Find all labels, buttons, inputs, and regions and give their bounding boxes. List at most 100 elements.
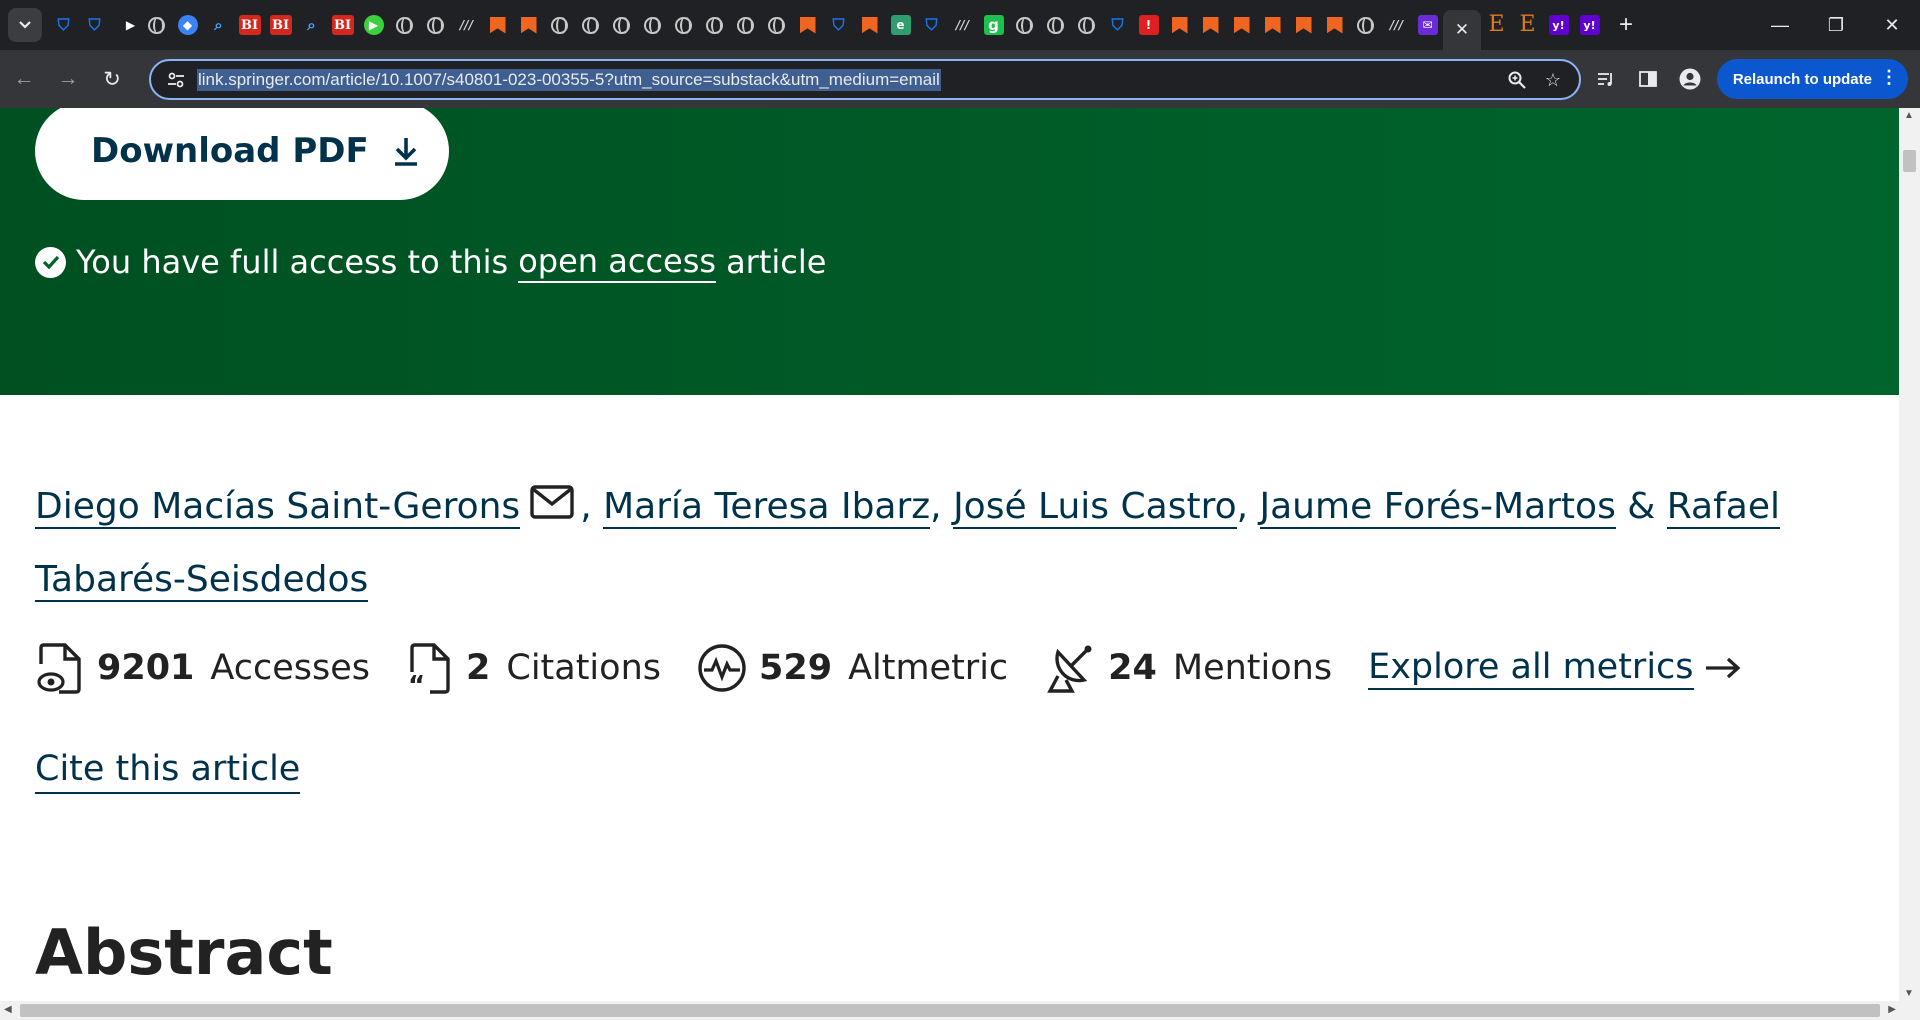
scroll-thumb[interactable] xyxy=(1903,150,1916,172)
tab-after-1[interactable]: E xyxy=(1512,5,1543,45)
tab-27[interactable]: e xyxy=(885,5,916,45)
tab-10[interactable]: ▶ xyxy=(358,5,389,45)
globe-favicon-icon xyxy=(148,16,165,34)
minimize-button[interactable]: — xyxy=(1752,0,1808,50)
tab-search-button[interactable] xyxy=(8,8,42,42)
tab-17[interactable] xyxy=(575,5,606,45)
horizontal-scrollbar[interactable]: ◀ ▶ xyxy=(0,1001,1920,1020)
env-favicon-icon: ✉ xyxy=(1417,15,1438,35)
author-link[interactable]: José Luis Castro xyxy=(953,486,1237,529)
tab-28[interactable]: ⛉ xyxy=(916,5,947,45)
mag-favicon-icon: ⌕ xyxy=(307,15,316,34)
arrow-left-icon: ← xyxy=(13,67,35,90)
tab-39[interactable] xyxy=(1257,5,1288,45)
tab-30[interactable]: g xyxy=(978,5,1009,45)
tab-21[interactable] xyxy=(699,5,730,45)
bookmark-favicon-icon xyxy=(519,15,539,35)
new-tab-button[interactable]: + xyxy=(1609,8,1643,42)
scroll-right-icon[interactable]: ▶ xyxy=(1888,1004,1896,1015)
explore-metrics-link[interactable]: Explore all metrics xyxy=(1368,646,1694,690)
metric-value: 9201 xyxy=(97,648,195,688)
tab-34[interactable]: ⛉ xyxy=(1102,5,1133,45)
tab-32[interactable] xyxy=(1040,5,1071,45)
author-link[interactable]: Jaume Forés-Martos xyxy=(1259,486,1616,529)
tab-1[interactable]: ⛉ xyxy=(79,5,110,45)
restore-button[interactable]: ❐ xyxy=(1808,0,1864,50)
omnibox-actions: ☆ xyxy=(1499,64,1571,96)
url-text[interactable]: link.springer.com/article/10.1007/s40801… xyxy=(197,68,941,91)
tab-9[interactable]: BI xyxy=(327,5,358,45)
reload-button[interactable]: ↻ xyxy=(92,59,132,99)
zoom-icon[interactable] xyxy=(1499,64,1535,96)
tab-4[interactable]: ◆ xyxy=(172,5,203,45)
tab-38[interactable] xyxy=(1226,5,1257,45)
tab-7[interactable]: BI xyxy=(265,5,296,45)
back-button[interactable]: ← xyxy=(4,59,44,99)
scroll-down-icon[interactable]: ▼ xyxy=(1904,988,1914,999)
scroll-left-icon[interactable]: ◀ xyxy=(4,1004,12,1015)
arrow-right-icon[interactable] xyxy=(1704,656,1742,680)
grad-favicon-icon: ◆ xyxy=(177,15,198,35)
scroll-up-icon[interactable]: ▲ xyxy=(1904,110,1914,121)
tab-25[interactable]: ⛉ xyxy=(823,5,854,45)
tab-16[interactable] xyxy=(544,5,575,45)
close-tab-icon[interactable]: ✕ xyxy=(1455,20,1469,40)
tab-35[interactable]: ! xyxy=(1133,5,1164,45)
open-access-link[interactable]: open access xyxy=(518,241,717,283)
address-bar[interactable]: link.springer.com/article/10.1007/s40801… xyxy=(149,59,1581,100)
active-tab[interactable]: ✕ xyxy=(1443,10,1481,50)
tab-19[interactable] xyxy=(637,5,668,45)
tab-33[interactable] xyxy=(1071,5,1102,45)
tab-12[interactable] xyxy=(420,5,451,45)
author-link[interactable]: Diego Macías Saint-Gerons xyxy=(35,486,521,529)
tab-44[interactable]: ✉ xyxy=(1412,5,1443,45)
y-favicon-icon: y! xyxy=(1579,15,1600,35)
tab-22[interactable] xyxy=(730,5,761,45)
tab-40[interactable] xyxy=(1288,5,1319,45)
tab-36[interactable] xyxy=(1164,5,1195,45)
tab-5[interactable]: ⌕ xyxy=(203,5,234,45)
tab-after-2[interactable]: y! xyxy=(1543,5,1574,45)
tab-3[interactable] xyxy=(141,5,172,45)
tab-8[interactable]: ⌕ xyxy=(296,5,327,45)
tab-14[interactable] xyxy=(482,5,513,45)
tab-26[interactable] xyxy=(854,5,885,45)
vertical-scrollbar[interactable]: ▲ ▼ xyxy=(1899,108,1920,1001)
cite-article-link[interactable]: Cite this article xyxy=(35,748,301,794)
tab-after-0[interactable]: E xyxy=(1481,5,1512,45)
side-panel-icon[interactable] xyxy=(1627,59,1669,99)
tab-20[interactable] xyxy=(668,5,699,45)
tab-23[interactable] xyxy=(761,5,792,45)
tab-11[interactable] xyxy=(389,5,420,45)
tab-18[interactable] xyxy=(606,5,637,45)
tab-29[interactable]: /// xyxy=(947,5,978,45)
toolbar-right: Relaunch to update ⋮ xyxy=(1585,59,1908,99)
media-control-icon[interactable] xyxy=(1585,59,1627,99)
bi-favicon-icon: BI xyxy=(269,15,292,35)
tab-15[interactable] xyxy=(513,5,544,45)
tab-24[interactable] xyxy=(792,5,823,45)
tab-0[interactable]: ⛉ xyxy=(48,5,79,45)
tab-31[interactable] xyxy=(1009,5,1040,45)
author-link[interactable]: María Teresa Ibarz xyxy=(603,486,931,529)
abstract-heading: Abstract xyxy=(35,916,333,989)
download-pdf-button[interactable]: Download PDF xyxy=(35,108,449,200)
tab-2[interactable]: ▶ xyxy=(110,5,141,45)
site-info-button[interactable] xyxy=(159,63,193,97)
tab-after-3[interactable]: y! xyxy=(1574,5,1605,45)
reload-icon: ↻ xyxy=(103,67,121,91)
scroll-thumb-horizontal[interactable] xyxy=(20,1004,1880,1017)
tab-37[interactable] xyxy=(1195,5,1226,45)
tab-6[interactable]: BI xyxy=(234,5,265,45)
mail-icon[interactable] xyxy=(530,472,574,544)
tab-41[interactable] xyxy=(1319,5,1350,45)
bookmark-favicon-icon xyxy=(1170,15,1190,35)
profile-icon[interactable] xyxy=(1669,59,1711,99)
tab-42[interactable] xyxy=(1350,5,1381,45)
relaunch-button[interactable]: Relaunch to update ⋮ xyxy=(1716,59,1908,99)
bookmark-star-icon[interactable]: ☆ xyxy=(1535,64,1571,96)
tab-13[interactable]: /// xyxy=(451,5,482,45)
tab-43[interactable]: /// xyxy=(1381,5,1412,45)
close-window-button[interactable]: ✕ xyxy=(1864,0,1920,50)
forward-button[interactable]: → xyxy=(48,59,88,99)
